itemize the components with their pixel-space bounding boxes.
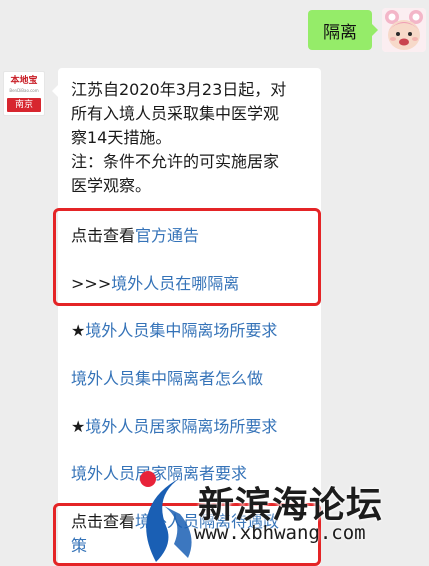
star-icon: ★ [71, 321, 86, 340]
intro-line: 江苏自2020年3月23日起，对 [71, 80, 287, 99]
user-avatar[interactable] [382, 8, 426, 52]
sender-avatar[interactable]: 本地宝 BenDiBao.com 南京 [3, 71, 45, 116]
centralized-site-req-row: ★境外人员集中隔离场所要求 [71, 319, 277, 343]
note-line: 医学观察。 [71, 176, 152, 195]
outgoing-message-bubble[interactable]: 隔离 [308, 10, 378, 50]
centralized-how-link[interactable]: 境外人员集中隔离者怎么做 [71, 369, 263, 388]
red-highlight-box [53, 503, 321, 566]
centralized-how-row: 境外人员集中隔离者怎么做 [71, 367, 263, 391]
incoming-message-card: 江苏自2020年3月23日起，对 所有入境人员采取集中医学观 察14天措施。 注… [58, 68, 321, 566]
home-requirements-link[interactable]: 境外人员居家隔离者要求 [71, 464, 247, 483]
centralized-site-req-link[interactable]: 境外人员集中隔离场所要求 [85, 321, 277, 340]
outgoing-message-text: 隔离 [323, 22, 357, 43]
intro-paragraph: 江苏自2020年3月23日起，对 所有入境人员采取集中医学观 察14天措施。 注… [71, 78, 317, 198]
sender-logo-city: 南京 [7, 98, 41, 112]
sender-logo-domain: BenDiBao.com [9, 88, 39, 93]
note-line: 注：条件不允许的可实施居家 [71, 152, 280, 171]
home-requirements-row: 境外人员居家隔离者要求 [71, 462, 247, 486]
home-site-req-link[interactable]: 境外人员居家隔离场所要求 [85, 417, 277, 436]
home-site-req-row: ★境外人员居家隔离场所要求 [71, 415, 277, 439]
intro-line: 所有入境人员采取集中医学观 [71, 104, 280, 123]
star-icon: ★ [71, 417, 86, 436]
baby-avatar-icon [382, 8, 426, 52]
intro-line: 察14天措施。 [71, 128, 172, 147]
red-highlight-box [53, 208, 321, 306]
sender-logo-text: 本地宝 [10, 76, 38, 86]
